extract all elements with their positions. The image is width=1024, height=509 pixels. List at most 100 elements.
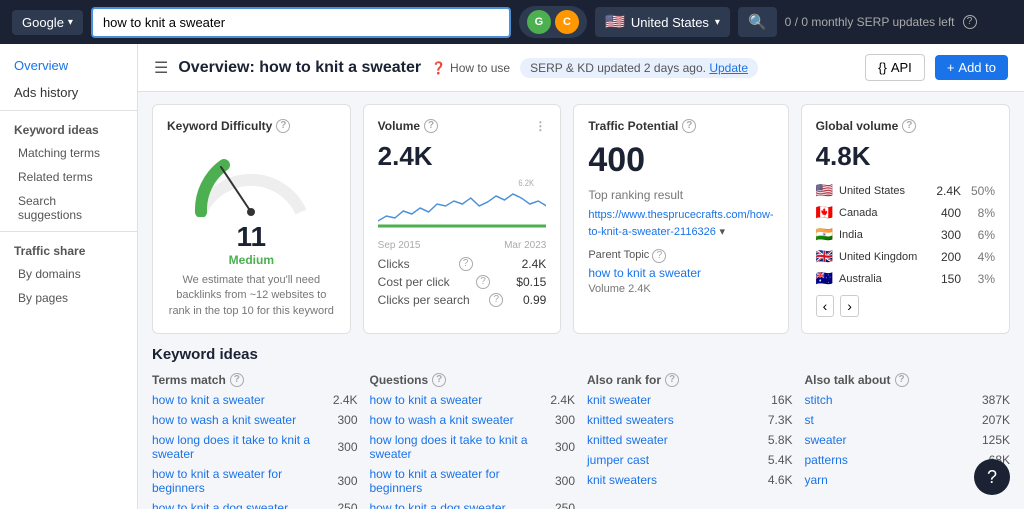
keyword-ideas-title: Keyword ideas [152, 346, 1010, 363]
global-next-button[interactable]: › [840, 295, 859, 317]
ideas-link[interactable]: knit sweaters [587, 473, 757, 487]
ideas-link[interactable]: stitch [805, 393, 975, 407]
menu-icon[interactable]: ☰ [154, 58, 168, 78]
top-result-url[interactable]: https://www.thesprucecrafts.com/how-to-k… [588, 209, 773, 238]
sidebar-section-traffic: Traffic share [0, 236, 137, 262]
ideas-col-title-2: Also rank for ? [587, 373, 793, 387]
ideas-link[interactable]: patterns [805, 453, 975, 467]
google-label: Google [22, 15, 64, 30]
updates-text: 0 / 0 monthly SERP updates left [785, 15, 955, 29]
keyword-ideas-section: Keyword ideas Terms match ? how to knit … [138, 346, 1024, 509]
sidebar-item-related[interactable]: Related terms [0, 165, 137, 189]
ideas-val: 300 [322, 413, 358, 427]
ideas-row: how to wash a knit sweater 300 [370, 413, 576, 427]
ideas-link[interactable]: knitted sweater [587, 433, 757, 447]
ideas-row: knitted sweaters 7.3K [587, 413, 793, 427]
country-volume: 300 [931, 228, 961, 242]
ideas-val: 250 [539, 501, 575, 509]
api-button[interactable]: {} API [865, 54, 925, 81]
ideas-link[interactable]: how to wash a knit sweater [370, 413, 540, 427]
cps-info-icon[interactable]: ? [489, 293, 503, 307]
ideas-val: 2.4K [322, 393, 358, 407]
ideas-link[interactable]: sweater [805, 433, 975, 447]
google-dropdown[interactable]: Google ▾ [12, 10, 83, 35]
search-button[interactable]: 🔍 [738, 7, 777, 37]
update-link[interactable]: Update [709, 61, 748, 75]
ideas-link[interactable]: knitted sweaters [587, 413, 757, 427]
ideas-row: how to knit a sweater for beginners 300 [152, 467, 358, 495]
ideas-col-info-icon[interactable]: ? [665, 373, 679, 387]
ideas-link[interactable]: yarn [805, 473, 975, 487]
date-start: Sep 2015 [378, 240, 421, 251]
country-selector[interactable]: 🇺🇸 United States ▾ [595, 7, 730, 37]
parent-topic-info-icon[interactable]: ? [652, 249, 666, 263]
ideas-link[interactable]: how to wash a knit sweater [152, 413, 322, 427]
ideas-link[interactable]: how to knit a sweater for beginners [370, 467, 540, 495]
country-row: 🇦🇺 Australia 150 3% [816, 270, 995, 287]
sidebar-item-ads-history[interactable]: Ads history [0, 79, 137, 106]
ideas-link[interactable]: how to knit a sweater [370, 393, 540, 407]
global-prev-button[interactable]: ‹ [816, 295, 835, 317]
ideas-link[interactable]: how to knit a dog sweater [370, 501, 540, 509]
ideas-row: how to knit a sweater for beginners 300 [370, 467, 576, 495]
how-to-use-button[interactable]: ❓ How to use [431, 61, 510, 75]
clicks-info-icon[interactable]: ? [459, 257, 473, 271]
country-name: Australia [839, 273, 919, 285]
difficulty-info-icon[interactable]: ? [276, 119, 290, 133]
sidebar-item-by-pages[interactable]: By pages [0, 286, 137, 310]
content-area: ☰ Overview: how to knit a sweater ❓ How … [138, 44, 1024, 509]
country-volume: 400 [931, 206, 961, 220]
ideas-col-0: Terms match ? how to knit a sweater 2.4K… [152, 373, 358, 509]
ideas-val: 207K [974, 413, 1010, 427]
country-row: 🇬🇧 United Kingdom 200 4% [816, 248, 995, 265]
ideas-link[interactable]: jumper cast [587, 453, 757, 467]
sidebar-item-overview[interactable]: Overview [0, 52, 137, 79]
ideas-link[interactable]: how long does it take to knit a sweater [152, 433, 322, 461]
sidebar-item-search-suggestions[interactable]: Search suggestions [0, 189, 137, 227]
volume-more-icon[interactable]: ⋮ [534, 119, 546, 133]
volume-info-icon[interactable]: ? [424, 119, 438, 133]
ideas-row: how to knit a dog sweater 250 [152, 501, 358, 509]
sidebar-item-by-domains[interactable]: By domains [0, 262, 137, 286]
search-input[interactable] [91, 7, 511, 38]
parent-volume: Volume 2.4K [588, 283, 773, 295]
ideas-col-info-icon[interactable]: ? [895, 373, 909, 387]
ideas-row: knit sweaters 4.6K [587, 473, 793, 487]
ideas-row: how to knit a sweater 2.4K [370, 393, 576, 407]
add-button[interactable]: + Add to [935, 55, 1008, 80]
country-volume: 2.4K [931, 184, 961, 198]
user-icon-orange: C [555, 10, 579, 34]
question-icon: ❓ [431, 61, 446, 75]
traffic-card-title: Traffic Potential ? [588, 119, 773, 133]
sidebar-item-matching[interactable]: Matching terms [0, 141, 137, 165]
ideas-link[interactable]: st [805, 413, 975, 427]
global-info-icon[interactable]: ? [902, 119, 916, 133]
country-flag-icon: 🇮🇳 [816, 226, 833, 243]
ideas-col-info-icon[interactable]: ? [230, 373, 244, 387]
ideas-val: 300 [322, 440, 358, 454]
dropdown-arrow-icon[interactable]: ▾ [720, 226, 726, 238]
parent-topic-link[interactable]: how to knit a sweater [588, 266, 773, 280]
ideas-link[interactable]: how to knit a sweater [152, 393, 322, 407]
country-pct: 50% [967, 184, 995, 198]
cpc-info-icon[interactable]: ? [476, 275, 490, 289]
ideas-link[interactable]: knit sweater [587, 393, 757, 407]
ideas-val: 300 [539, 474, 575, 488]
country-label: United States [631, 15, 709, 30]
ideas-row: how long does it take to knit a sweater … [152, 433, 358, 461]
keyword-ideas-grid: Terms match ? how to knit a sweater 2.4K… [152, 373, 1010, 509]
volume-card: Volume ? ⋮ 2.4K 6.2K Sep 2015 Mar 2023 [363, 104, 562, 334]
ideas-link[interactable]: how long does it take to knit a sweater [370, 433, 540, 461]
ideas-link[interactable]: how to knit a dog sweater [152, 501, 322, 509]
updates-info-icon[interactable]: ? [963, 15, 977, 29]
ideas-val: 300 [539, 440, 575, 454]
ideas-row: how to wash a knit sweater 300 [152, 413, 358, 427]
difficulty-card: Keyword Difficulty ? [152, 104, 351, 334]
gauge-chart [191, 147, 311, 217]
ideas-link[interactable]: how to knit a sweater for beginners [152, 467, 322, 495]
traffic-card: Traffic Potential ? 400 Top ranking resu… [573, 104, 788, 334]
ideas-val: 16K [757, 393, 793, 407]
help-fab[interactable]: ? [974, 459, 1010, 495]
ideas-col-info-icon[interactable]: ? [432, 373, 446, 387]
traffic-info-icon[interactable]: ? [682, 119, 696, 133]
